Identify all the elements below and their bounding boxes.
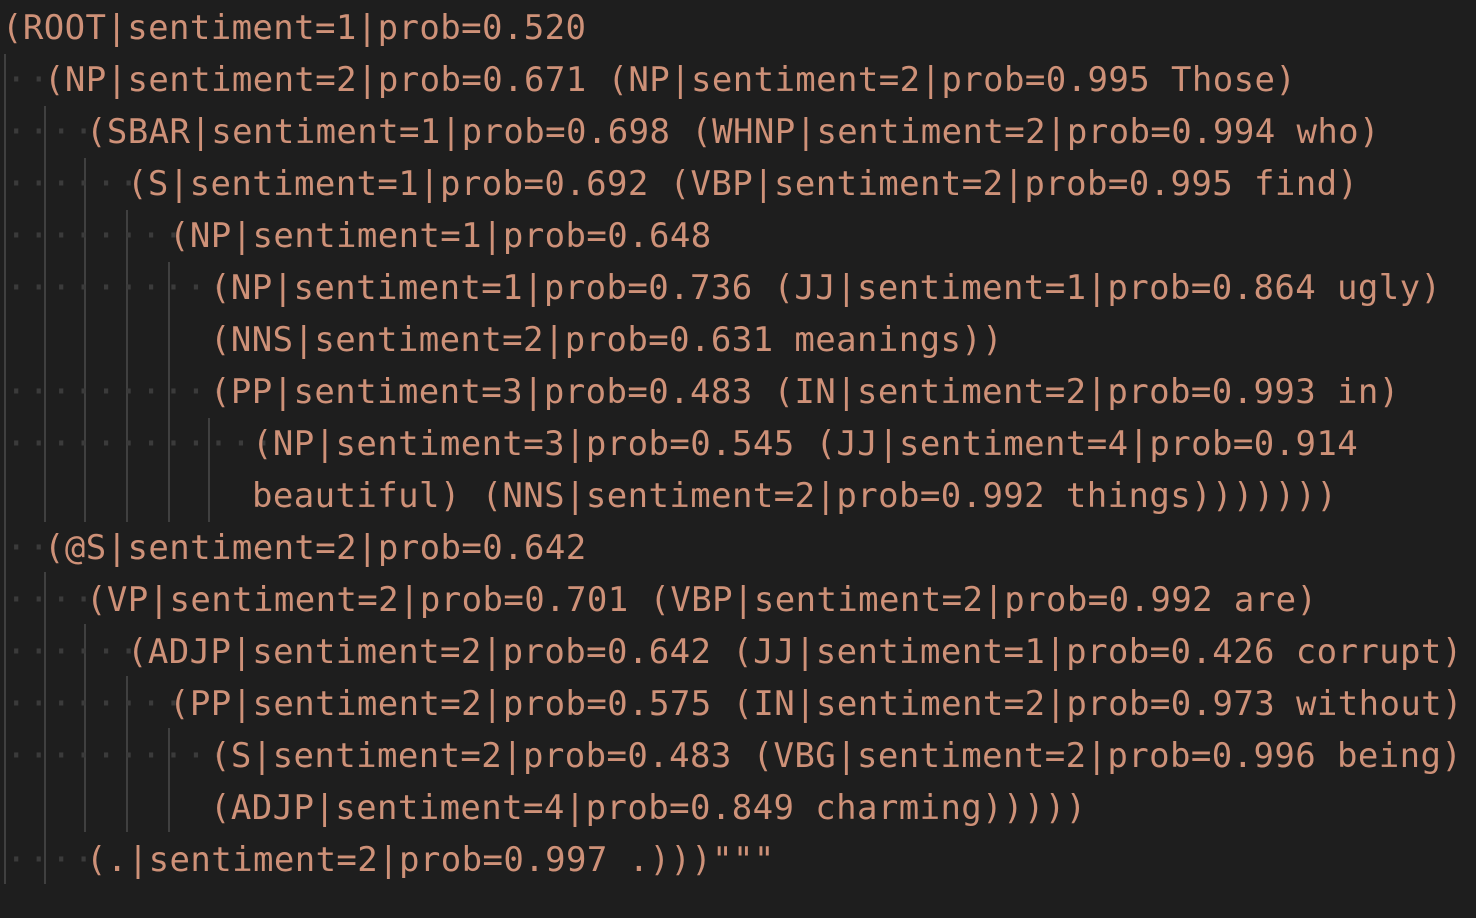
whitespace-markers: ········ [6,216,186,256]
code-line[interactable]: (NNS|sentiment=2|prob=0.631 meanings)) [210,314,1003,366]
code-line[interactable]: (ADJP|sentiment=2|prob=0.642 (JJ|sentime… [127,626,1463,678]
code-line[interactable]: (S|sentiment=1|prob=0.692 (VBP|sentiment… [127,158,1358,210]
code-line[interactable]: beautiful) (NNS|sentiment=2|prob=0.992 t… [252,470,1337,522]
whitespace-markers: ······ [6,164,141,204]
code-line[interactable]: (SBAR|sentiment=1|prob=0.698 (WHNP|senti… [86,106,1380,158]
whitespace-markers: ·········· [6,736,231,776]
code-line[interactable]: (.|sentiment=2|prob=0.997 .)))""" [86,834,775,886]
code-line[interactable]: (PP|sentiment=3|prob=0.483 (IN|sentiment… [210,366,1400,418]
whitespace-markers: ···· [6,840,96,880]
code-line[interactable]: (PP|sentiment=2|prob=0.575 (IN|sentiment… [169,678,1463,730]
code-editor[interactable]: ·· ···· ······ ········ ·········· ·····… [0,0,1476,918]
whitespace-markers: ······ [6,632,141,672]
whitespace-markers: ···· [6,112,96,152]
code-line[interactable]: (NP|sentiment=1|prob=0.648 [169,210,712,262]
whitespace-markers: ···· [6,580,96,620]
code-line[interactable]: (S|sentiment=2|prob=0.483 (VBG|sentiment… [210,730,1462,782]
code-line[interactable]: (NP|sentiment=1|prob=0.736 (JJ|sentiment… [210,262,1441,314]
whitespace-markers: ········ [6,684,186,724]
whitespace-markers: ············ [6,424,276,464]
code-line[interactable]: (ADJP|sentiment=4|prob=0.849 charming)))… [210,782,1087,834]
whitespace-markers: ·········· [6,268,231,308]
code-line[interactable]: (NP|sentiment=3|prob=0.545 (JJ|sentiment… [252,418,1358,470]
code-line[interactable]: (VP|sentiment=2|prob=0.701 (VBP|sentimen… [86,574,1317,626]
code-line[interactable]: (ROOT|sentiment=1|prob=0.520 [2,2,586,54]
whitespace-markers: ·········· [6,372,231,412]
code-line[interactable]: (NP|sentiment=2|prob=0.671 (NP|sentiment… [44,54,1296,106]
code-line[interactable]: (@S|sentiment=2|prob=0.642 [44,522,587,574]
